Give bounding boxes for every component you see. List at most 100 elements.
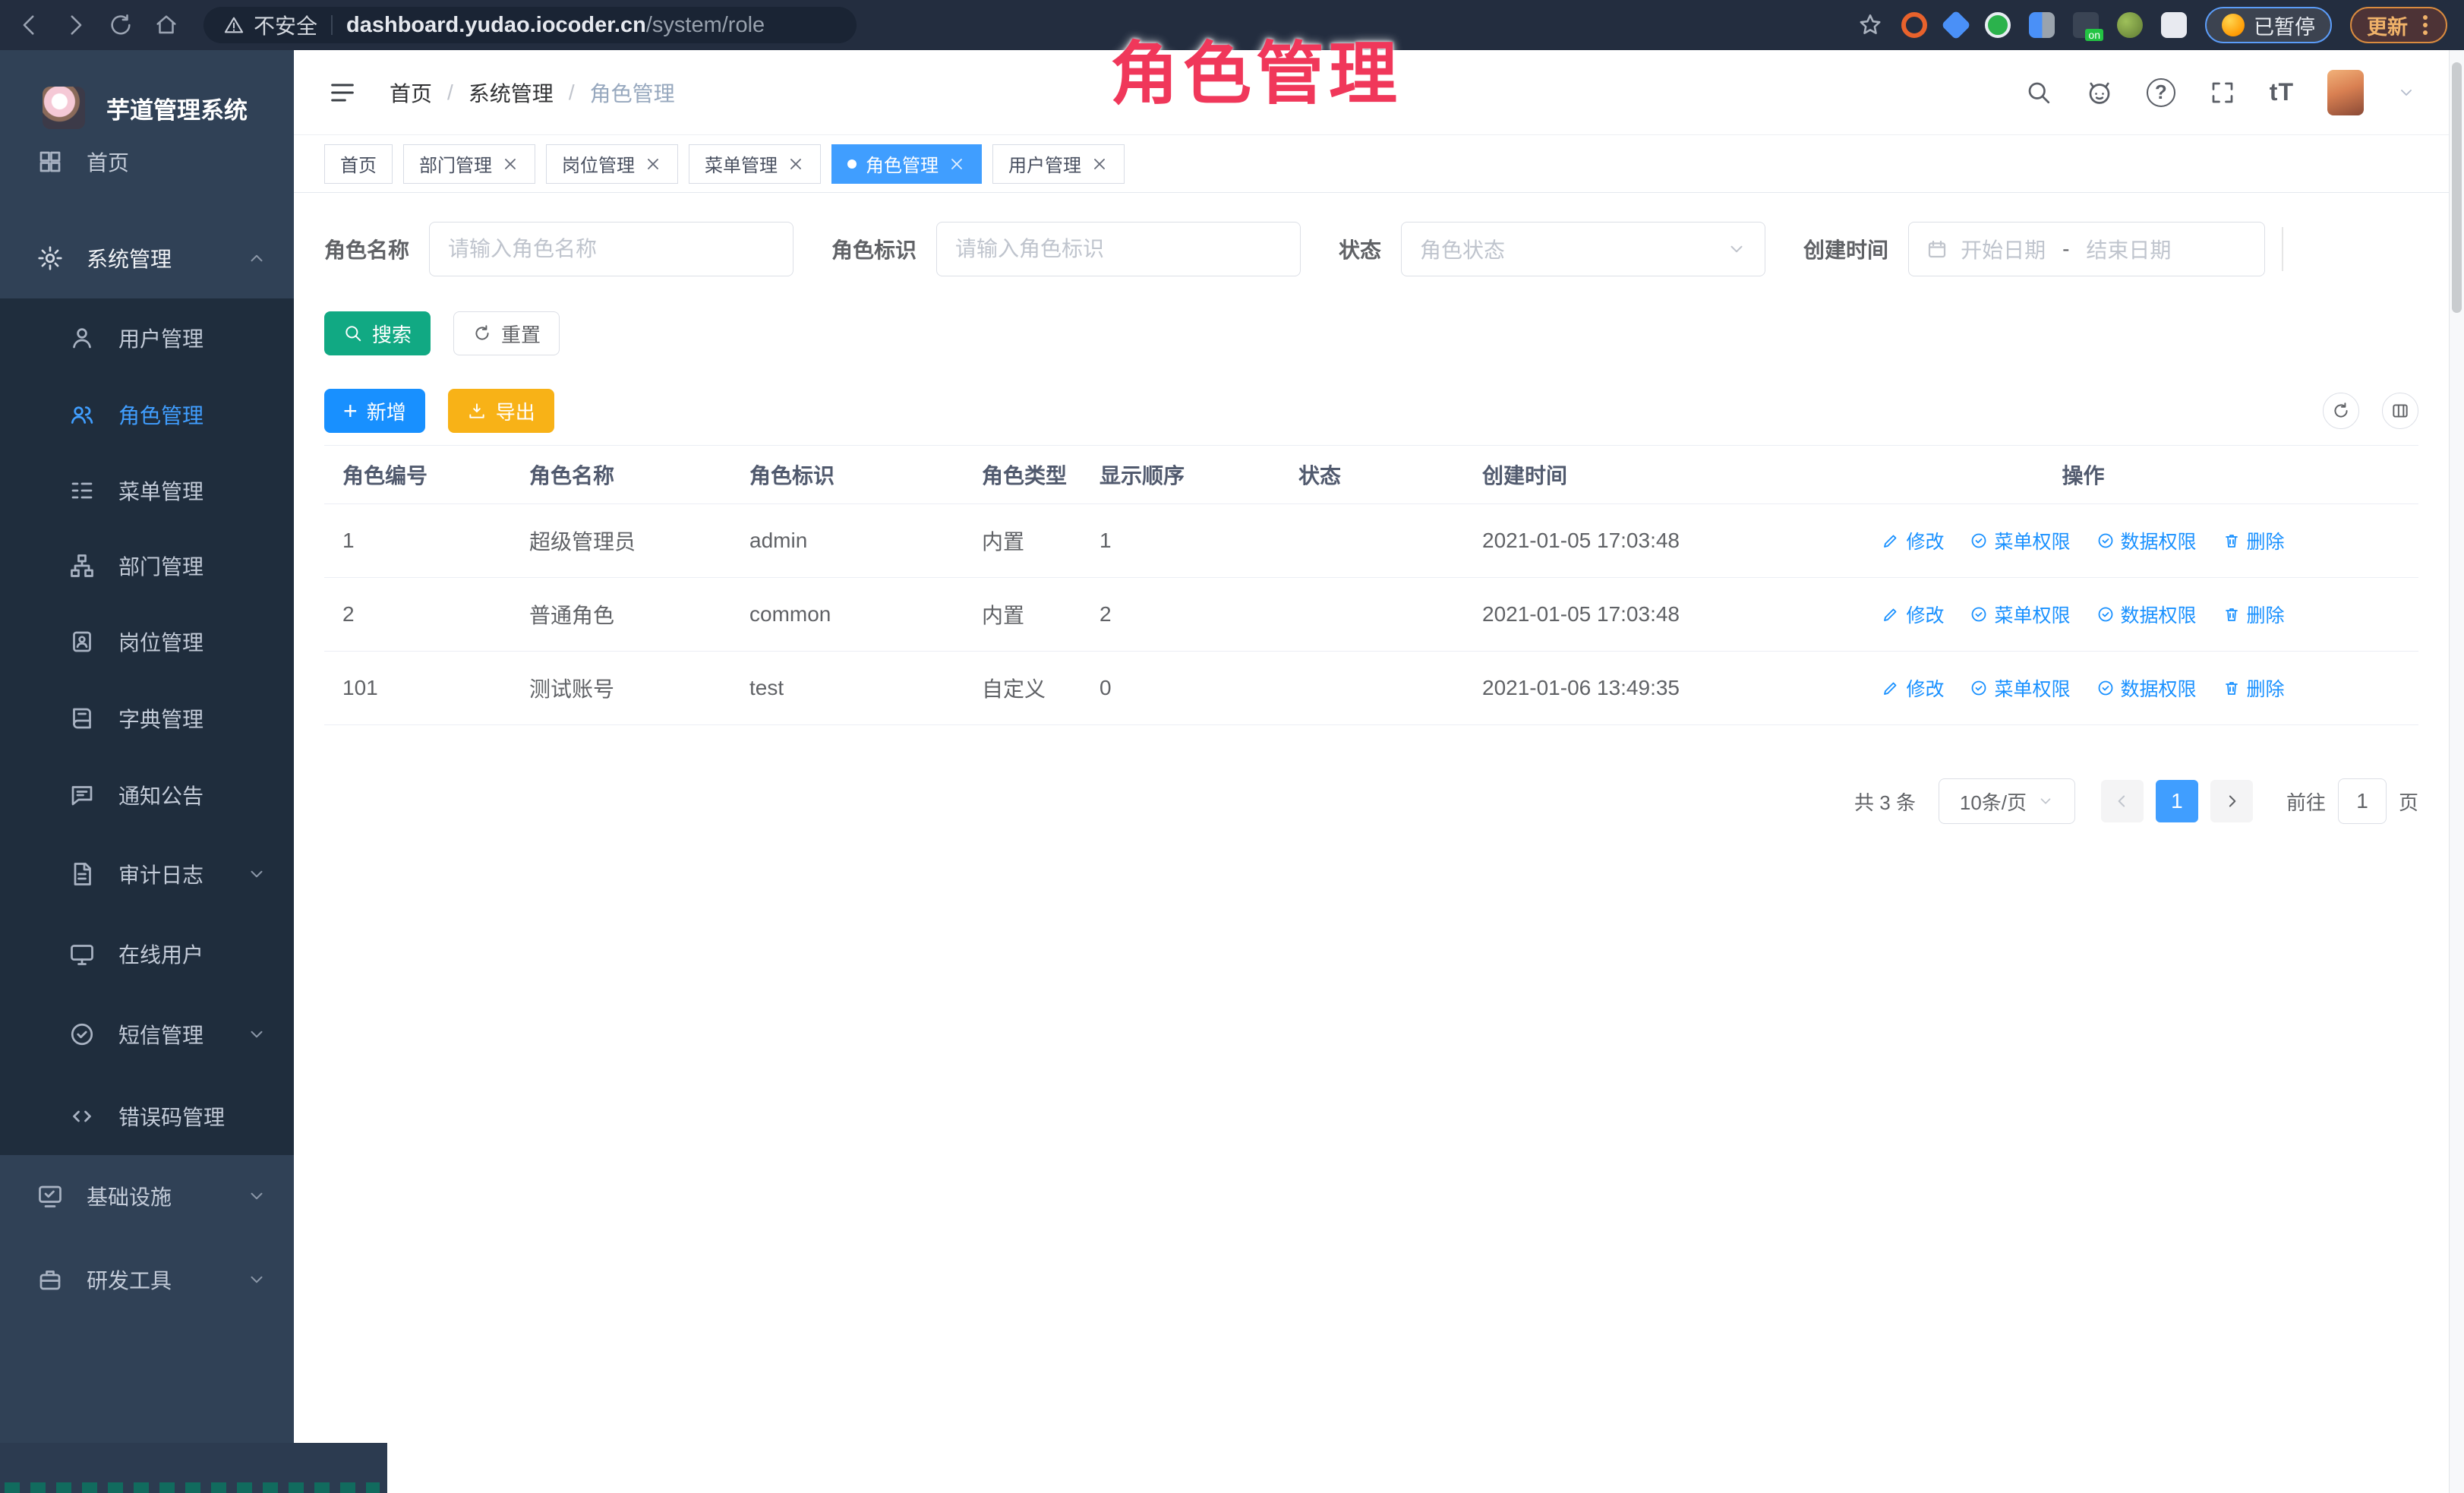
chevron-left-icon bbox=[2112, 791, 2132, 811]
sidebar-item-audit-log[interactable]: 审计日志 bbox=[0, 836, 294, 912]
role-key-input[interactable] bbox=[936, 222, 1301, 276]
home-icon[interactable] bbox=[153, 12, 179, 38]
help-icon[interactable]: ? bbox=[2147, 78, 2175, 107]
search-icon[interactable] bbox=[2025, 79, 2052, 106]
extension-icon-monkey[interactable] bbox=[2117, 12, 2143, 38]
roles-table: 角色编号 角色名称 角色标识 角色类型 显示顺序 状态 创建时间 操作 1 超级… bbox=[324, 445, 2418, 725]
tab-home[interactable]: 首页 bbox=[324, 144, 393, 184]
role-name-input[interactable] bbox=[429, 222, 793, 276]
prev-page-button[interactable] bbox=[2101, 780, 2144, 822]
refresh-table-button[interactable] bbox=[2323, 393, 2359, 429]
close-icon[interactable] bbox=[501, 155, 519, 173]
edit-link[interactable]: 修改 bbox=[1882, 601, 1944, 628]
menu-permission-link[interactable]: 菜单权限 bbox=[1970, 527, 2070, 554]
sidebar-item-roles[interactable]: 角色管理 bbox=[0, 377, 294, 453]
sidebar-item-menus[interactable]: 菜单管理 bbox=[0, 453, 294, 529]
cell-role-name: 超级管理员 bbox=[511, 526, 731, 556]
sidebar-item-infrastructure[interactable]: 基础设施 bbox=[0, 1158, 294, 1234]
edit-link[interactable]: 修改 bbox=[1882, 674, 1944, 702]
next-page-button[interactable] bbox=[2210, 780, 2253, 822]
security-label[interactable]: 不安全 bbox=[254, 10, 317, 40]
sidebar-item-dev-tools[interactable]: 研发工具 bbox=[0, 1242, 294, 1318]
fullscreen-icon[interactable] bbox=[2209, 79, 2236, 106]
url-host[interactable]: dashboard.yudao.iocoder.cn bbox=[346, 13, 646, 38]
extension-icon-puzzle[interactable] bbox=[2161, 12, 2187, 38]
tab-departments[interactable]: 部门管理 bbox=[403, 144, 535, 184]
page-size-select[interactable]: 10条/页 bbox=[1939, 778, 2075, 824]
circle-check-icon bbox=[2096, 532, 2115, 550]
edit-link[interactable]: 修改 bbox=[1882, 527, 1944, 554]
sidebar-item-error-codes[interactable]: 错误码管理 bbox=[0, 1078, 294, 1154]
data-permission-label: 数据权限 bbox=[2121, 601, 2197, 628]
delete-link[interactable]: 删除 bbox=[2223, 674, 2285, 702]
sidebar-item-home[interactable]: 首页 bbox=[0, 124, 294, 200]
close-icon[interactable] bbox=[787, 155, 805, 173]
tab-roles[interactable]: 角色管理 bbox=[831, 144, 982, 184]
page-number-1[interactable]: 1 bbox=[2156, 780, 2198, 822]
row-actions: 修改 菜单权限 数据权限 删除 bbox=[1882, 527, 2284, 554]
menu-permission-link[interactable]: 菜单权限 bbox=[1970, 674, 2070, 702]
range-separator: - bbox=[2062, 237, 2069, 261]
kebab-menu-icon[interactable] bbox=[2423, 23, 2428, 27]
delete-label: 删除 bbox=[2247, 527, 2285, 554]
sidebar-item-notice[interactable]: 通知公告 bbox=[0, 757, 294, 833]
extension-icon-adblock[interactable] bbox=[2073, 12, 2099, 38]
url-bar[interactable]: 不安全 dashboard.yudao.iocoder.cn/system/ro… bbox=[203, 7, 857, 43]
extension-icon-target[interactable] bbox=[1901, 12, 1927, 38]
bookmark-star-icon[interactable] bbox=[1857, 12, 1883, 38]
sidebar-item-label: 研发工具 bbox=[87, 1264, 172, 1295]
breadcrumb: 首页 / 系统管理 / 角色管理 bbox=[390, 77, 675, 108]
sidebar-item-sms[interactable]: 短信管理 bbox=[0, 996, 294, 1072]
columns-icon bbox=[2390, 401, 2410, 421]
forward-icon[interactable] bbox=[62, 12, 88, 38]
url-path[interactable]: /system/role bbox=[646, 13, 765, 38]
data-permission-link[interactable]: 数据权限 bbox=[2096, 527, 2197, 554]
sidebar-item-departments[interactable]: 部门管理 bbox=[0, 528, 294, 604]
font-size-icon[interactable]: tT bbox=[2270, 78, 2294, 106]
close-icon[interactable] bbox=[948, 155, 966, 173]
page-scrollbar[interactable] bbox=[2449, 50, 2464, 1493]
sidebar-item-label: 字典管理 bbox=[118, 703, 203, 734]
tab-posts[interactable]: 岗位管理 bbox=[546, 144, 678, 184]
row-actions: 修改 菜单权限 数据权限 删除 bbox=[1882, 601, 2284, 628]
sidebar-item-dict[interactable]: 字典管理 bbox=[0, 680, 294, 756]
menu-permission-link[interactable]: 菜单权限 bbox=[1970, 601, 2070, 628]
sidebar-fold-icon[interactable] bbox=[327, 77, 358, 108]
tab-menus[interactable]: 菜单管理 bbox=[689, 144, 821, 184]
add-button[interactable]: + 新增 bbox=[324, 389, 425, 433]
extension-icon-drop[interactable] bbox=[2029, 12, 2055, 38]
delete-link[interactable]: 删除 bbox=[2223, 527, 2285, 554]
scrollbar-thumb[interactable] bbox=[2452, 62, 2462, 313]
chevron-down-icon[interactable] bbox=[2397, 84, 2415, 102]
date-range-picker[interactable]: 开始日期 - 结束日期 bbox=[1908, 222, 2265, 276]
breadcrumb-home[interactable]: 首页 bbox=[390, 77, 432, 108]
github-icon[interactable] bbox=[2086, 79, 2113, 106]
sidebar-item-system[interactable]: 系统管理 bbox=[0, 220, 294, 296]
profile-paused-button[interactable]: 已暂停 bbox=[2205, 7, 2332, 43]
sidebar-item-users[interactable]: 用户管理 bbox=[0, 300, 294, 376]
edit-label: 修改 bbox=[1906, 674, 1944, 702]
breadcrumb-system[interactable]: 系统管理 bbox=[469, 77, 554, 108]
extension-icon-gem[interactable] bbox=[1941, 10, 1971, 40]
sidebar-item-online-users[interactable]: 在线用户 bbox=[0, 916, 294, 992]
end-date-placeholder: 结束日期 bbox=[2086, 234, 2171, 264]
close-icon[interactable] bbox=[644, 155, 662, 173]
org-tree-icon bbox=[65, 552, 99, 579]
tab-users[interactable]: 用户管理 bbox=[992, 144, 1125, 184]
data-permission-link[interactable]: 数据权限 bbox=[2096, 601, 2197, 628]
status-select[interactable]: 角色状态 bbox=[1401, 222, 1765, 276]
delete-link[interactable]: 删除 bbox=[2223, 601, 2285, 628]
data-permission-link[interactable]: 数据权限 bbox=[2096, 674, 2197, 702]
back-icon[interactable] bbox=[17, 12, 43, 38]
export-button[interactable]: 导出 bbox=[448, 389, 554, 433]
goto-page-input[interactable] bbox=[2338, 778, 2387, 824]
column-settings-button[interactable] bbox=[2382, 393, 2418, 429]
browser-update-button[interactable]: 更新 bbox=[2350, 7, 2447, 43]
reset-button[interactable]: 重置 bbox=[453, 311, 560, 355]
reload-icon[interactable] bbox=[108, 12, 134, 38]
extension-icon-green[interactable] bbox=[1985, 12, 2011, 38]
sidebar-item-posts[interactable]: 岗位管理 bbox=[0, 604, 294, 680]
avatar[interactable] bbox=[2327, 70, 2364, 115]
close-icon[interactable] bbox=[1090, 155, 1109, 173]
search-button[interactable]: 搜索 bbox=[324, 311, 431, 355]
